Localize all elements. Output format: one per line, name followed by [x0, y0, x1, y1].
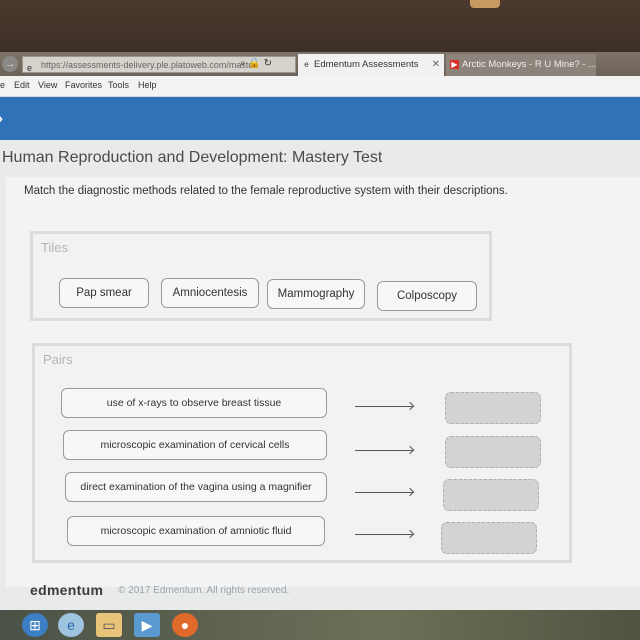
tile-colposcopy[interactable]: Colposcopy — [377, 281, 477, 311]
edmentum-logo: edmentum — [30, 582, 104, 598]
monitor-bezel — [0, 0, 640, 52]
menu-file[interactable]: e — [0, 80, 5, 90]
copyright-text: © 2017 Edmentum. All rights reserved. — [118, 585, 290, 596]
tab-label: Arctic Monkeys - R U Mine? - ... — [462, 59, 596, 70]
screen: → e https://assessments-delivery.ple.pla… — [0, 52, 640, 640]
menu-edit[interactable]: Edit — [14, 80, 30, 90]
menu-bar: e Edit View Favorites Tools Help — [0, 76, 640, 97]
search-icon[interactable]: ⌕ — [240, 58, 246, 69]
chevron-right-icon[interactable]: › — [0, 105, 3, 131]
firefox-icon[interactable]: ● — [172, 613, 198, 637]
tiles-label: Tiles — [41, 240, 68, 255]
arrow-right-icon — [355, 534, 413, 535]
address-text: https://assessments-delivery.ple.platowe… — [41, 60, 259, 70]
tab-label: Edmentum Assessments — [314, 59, 419, 70]
tab-arctic-monkeys[interactable]: ▶ Arctic Monkeys - R U Mine? - ... — [446, 54, 596, 76]
drop-target[interactable] — [445, 392, 541, 424]
tile-mammography[interactable]: Mammography — [267, 279, 365, 309]
webcam-icon — [470, 0, 500, 8]
internet-explorer-icon[interactable]: e — [58, 613, 84, 637]
edmentum-favicon-icon: e — [304, 60, 309, 69]
arrow-right-icon — [355, 406, 413, 407]
start-button-icon[interactable]: ⊞ — [22, 613, 48, 637]
tiles-panel: Tiles Pap smear Amniocentesis Mammograph… — [30, 231, 492, 321]
drop-target[interactable] — [445, 436, 541, 468]
media-player-icon[interactable]: ▶ — [134, 613, 160, 637]
page-title: Human Reproduction and Development: Mast… — [2, 149, 383, 166]
menu-tools[interactable]: Tools — [108, 80, 129, 90]
browser-titlebar: → e https://assessments-delivery.ple.pla… — [0, 52, 640, 76]
pairs-label: Pairs — [43, 352, 73, 367]
tile-amniocentesis[interactable]: Amniocentesis — [161, 278, 259, 308]
drop-target[interactable] — [443, 479, 539, 511]
pair-description: microscopic examination of cervical cell… — [63, 430, 327, 460]
pair-description: direct examination of the vagina using a… — [65, 472, 327, 502]
pairs-panel: Pairs use of x-rays to observe breast ti… — [32, 343, 572, 563]
address-tools: ⌕ 🔒 ↻ — [240, 58, 272, 69]
app-header: › — [0, 97, 640, 140]
lock-icon: 🔒 — [248, 58, 261, 69]
file-explorer-icon[interactable]: ▭ — [96, 613, 122, 637]
pair-description: microscopic examination of amniotic flui… — [67, 516, 325, 546]
refresh-icon[interactable]: ↻ — [264, 58, 272, 69]
tab-edmentum-assessments[interactable]: e Edmentum Assessments ✕ — [298, 54, 444, 76]
question-prompt: Match the diagnostic methods related to … — [24, 185, 508, 197]
close-tab-icon[interactable]: ✕ — [432, 54, 440, 76]
edmentum-favicon-icon: e — [27, 63, 33, 73]
pair-description: use of x-rays to observe breast tissue — [61, 388, 327, 418]
menu-view[interactable]: View — [38, 80, 57, 90]
question-area: Match the diagnostic methods related to … — [6, 177, 640, 587]
taskbar: ⊞ e ▭ ▶ ● — [0, 610, 640, 640]
forward-button[interactable]: → — [2, 56, 18, 72]
tile-pap-smear[interactable]: Pap smear — [59, 278, 149, 308]
menu-help[interactable]: Help — [138, 80, 157, 90]
arrow-right-icon — [355, 450, 413, 451]
drop-target[interactable] — [441, 522, 537, 554]
arrow-right-icon — [355, 492, 413, 493]
menu-favorites[interactable]: Favorites — [65, 80, 102, 90]
youtube-icon: ▶ — [450, 60, 459, 69]
